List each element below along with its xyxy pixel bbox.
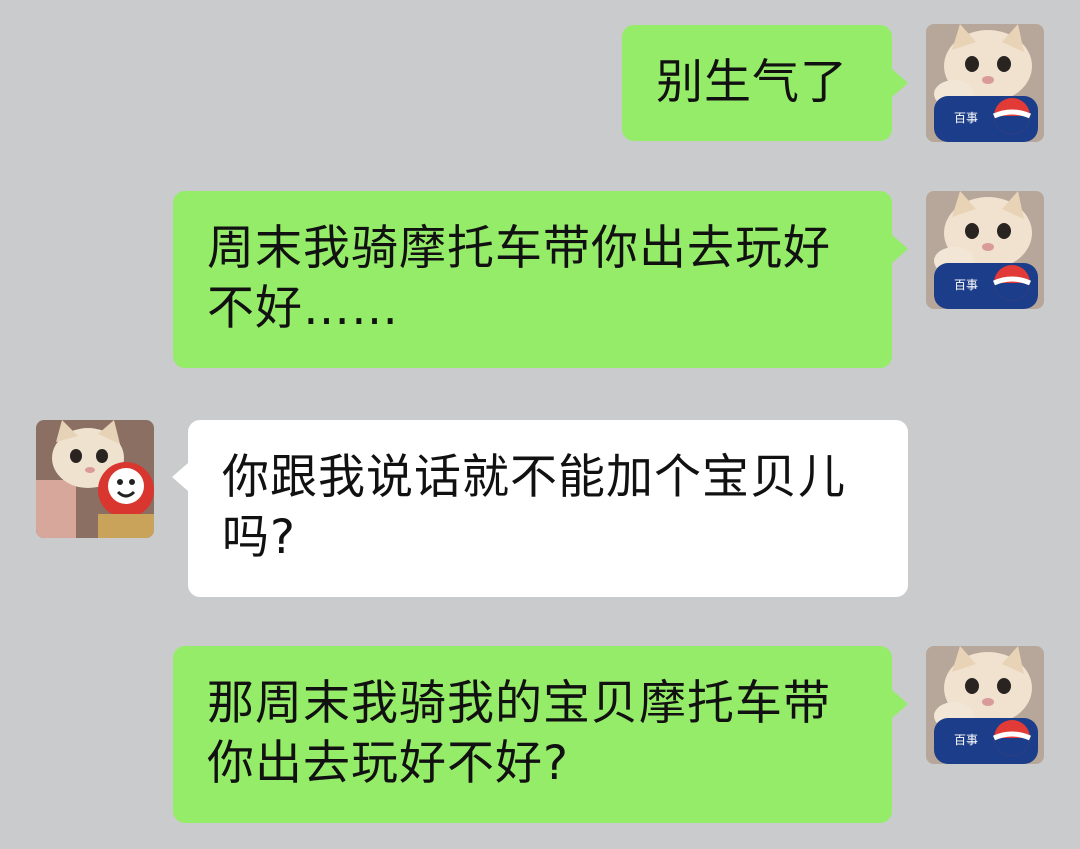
sender-avatar[interactable]: 百事 <box>926 191 1044 309</box>
chat-area: 别生气了 百事 周末我骑摩托车带你出去玩好不好…… 百事 你跟我说话就不能加个宝… <box>0 0 1080 849</box>
message-bubble-outgoing[interactable]: 那周末我骑我的宝贝摩托车带你出去玩好不好? <box>173 646 892 823</box>
bubble-tail <box>892 69 908 97</box>
message-text: 别生气了 <box>656 55 848 110</box>
cat-with-pepsi-can-avatar: 百事 <box>926 191 1044 309</box>
message-bubble-outgoing[interactable]: 别生气了 <box>622 25 892 141</box>
svg-text:百事: 百事 <box>954 278 978 292</box>
message-text: 你跟我说话就不能加个宝贝儿吗? <box>222 450 846 565</box>
bubble-tail <box>892 690 908 718</box>
message-bubble-outgoing[interactable]: 周末我骑摩托车带你出去玩好不好…… <box>173 191 892 368</box>
message-text: 周末我骑摩托车带你出去玩好不好…… <box>207 221 831 336</box>
cat-with-pepsi-can-avatar: 百事 <box>926 24 1044 142</box>
message-bubble-incoming[interactable]: 你跟我说话就不能加个宝贝儿吗? <box>188 420 908 597</box>
sender-avatar[interactable]: 百事 <box>926 24 1044 142</box>
bubble-tail <box>892 235 908 263</box>
cat-with-toy-avatar <box>36 420 154 538</box>
svg-text:百事: 百事 <box>954 733 978 747</box>
cat-with-pepsi-can-avatar: 百事 <box>926 646 1044 764</box>
bubble-tail <box>172 463 188 491</box>
message-text: 那周末我骑我的宝贝摩托车带你出去玩好不好? <box>207 676 831 791</box>
sender-avatar[interactable]: 百事 <box>926 646 1044 764</box>
svg-text:百事: 百事 <box>954 111 978 125</box>
contact-avatar[interactable] <box>36 420 154 538</box>
